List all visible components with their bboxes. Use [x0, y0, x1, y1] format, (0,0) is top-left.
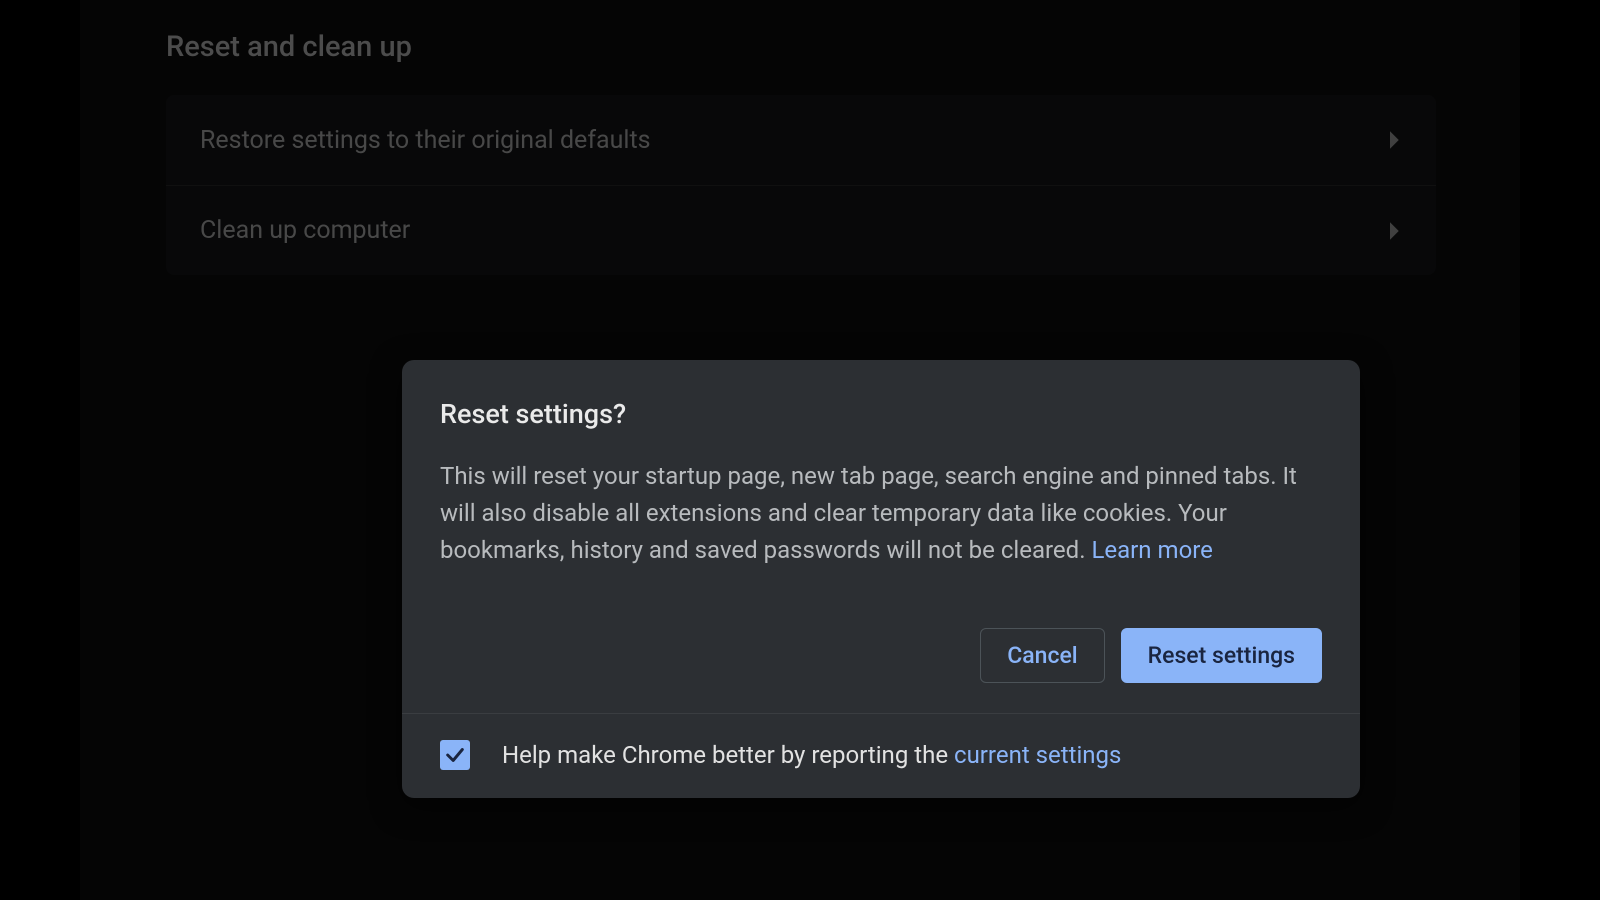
dialog-body: Reset settings? This will reset your sta…: [402, 360, 1360, 600]
dialog-title: Reset settings?: [440, 398, 1322, 430]
cancel-button[interactable]: Cancel: [980, 628, 1104, 683]
report-settings-checkbox[interactable]: [440, 740, 470, 770]
settings-page: Reset and clean up Restore settings to t…: [80, 0, 1520, 900]
reset-settings-dialog: Reset settings? This will reset your sta…: [402, 360, 1360, 798]
reset-settings-button[interactable]: Reset settings: [1121, 628, 1322, 683]
learn-more-link[interactable]: Learn more: [1091, 536, 1212, 564]
window-gutter-left: [0, 0, 80, 900]
window-gutter-right: [1520, 0, 1600, 900]
dialog-actions: Cancel Reset settings: [402, 600, 1360, 713]
current-settings-link[interactable]: current settings: [954, 741, 1121, 769]
report-settings-label: Help make Chrome better by reporting the…: [502, 741, 1121, 769]
dialog-footer: Help make Chrome better by reporting the…: [402, 713, 1360, 798]
report-settings-text: Help make Chrome better by reporting the: [502, 741, 954, 769]
dialog-description: This will reset your startup page, new t…: [440, 458, 1322, 570]
